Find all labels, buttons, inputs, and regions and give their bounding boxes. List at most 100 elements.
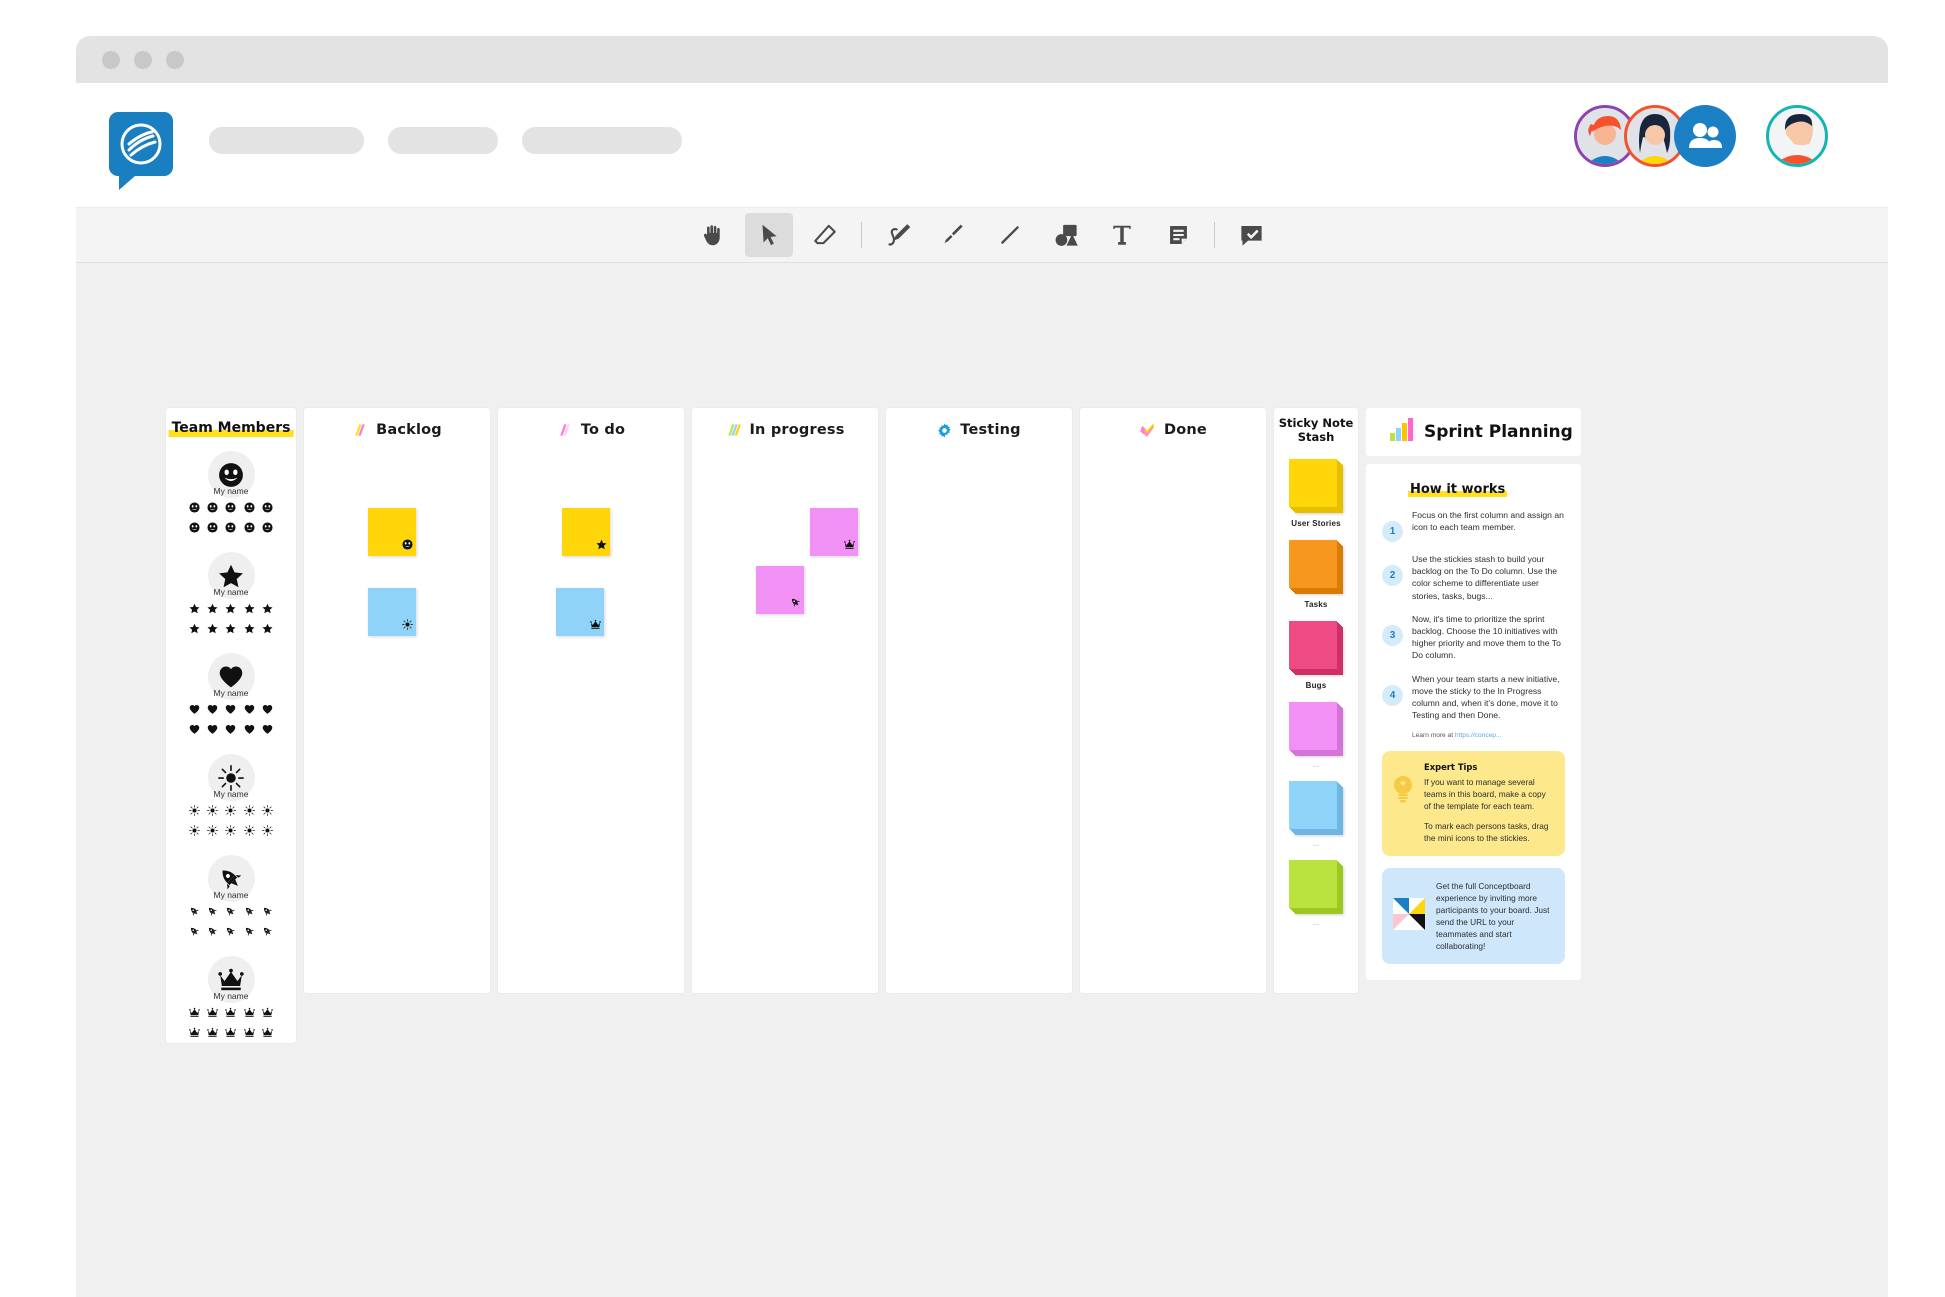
mini-sun-icon[interactable] (207, 823, 219, 841)
crown-icon[interactable] (590, 618, 601, 634)
mini-crown-icon[interactable] (225, 1025, 237, 1043)
learn-more-link[interactable]: https://concep... (1455, 732, 1502, 739)
sticky-note[interactable] (368, 588, 416, 636)
mini-rocket-icon[interactable] (244, 904, 255, 922)
mini-heart-icon[interactable] (189, 722, 200, 740)
mini-star-icon[interactable] (225, 621, 237, 639)
column-testing[interactable]: Testing (886, 408, 1072, 993)
header-placeholder-3[interactable] (522, 127, 682, 154)
pen-tool[interactable] (874, 213, 922, 257)
team-member[interactable]: My name (166, 451, 296, 538)
mini-sun-icon[interactable] (243, 803, 255, 821)
mini-star-icon[interactable] (189, 601, 200, 619)
star-icon[interactable] (596, 538, 607, 554)
sticky-stack-4[interactable] (1289, 780, 1343, 835)
mini-sun-icon[interactable] (207, 803, 219, 821)
mini-heart-icon[interactable] (207, 702, 218, 720)
mini-smiley-icon[interactable] (207, 520, 218, 538)
mini-heart-icon[interactable] (225, 722, 236, 740)
mini-smiley-icon[interactable] (207, 500, 218, 518)
stash-stack[interactable]: ... (1274, 859, 1358, 927)
mini-rocket-icon[interactable] (189, 924, 200, 942)
stash-stack[interactable]: ... (1274, 780, 1358, 848)
mini-star-icon[interactable] (225, 601, 237, 619)
mini-crown-icon[interactable] (262, 1005, 274, 1023)
mini-rocket-icon[interactable] (189, 904, 200, 922)
sticky-note[interactable] (556, 588, 604, 636)
mini-sun-icon[interactable] (188, 823, 200, 841)
stash-stack[interactable]: Bugs (1274, 620, 1358, 690)
crown-icon[interactable] (844, 538, 855, 554)
mini-star-icon[interactable] (244, 621, 255, 639)
sticky-note[interactable] (562, 508, 610, 556)
sticky-note[interactable] (756, 566, 804, 614)
mini-rocket-icon[interactable] (244, 924, 255, 942)
mini-crown-icon[interactable] (207, 1025, 218, 1043)
mini-rocket-icon[interactable] (225, 924, 236, 942)
avatar-self[interactable] (1766, 105, 1828, 167)
mini-smiley-icon[interactable] (189, 500, 200, 518)
sticky-stack-5[interactable] (1289, 859, 1343, 914)
mini-rocket-icon[interactable] (262, 924, 273, 942)
maximize-icon[interactable] (166, 51, 184, 69)
mini-sun-icon[interactable] (262, 803, 274, 821)
mini-sun-icon[interactable] (262, 823, 274, 841)
mini-smiley-icon[interactable] (244, 500, 255, 518)
team-member-mini-icons[interactable] (185, 601, 277, 639)
team-member-mini-icons[interactable] (185, 500, 277, 538)
team-member[interactable]: My name (166, 754, 296, 841)
mini-rocket-icon[interactable] (207, 924, 218, 942)
select-tool[interactable] (745, 213, 793, 257)
mini-heart-icon[interactable] (244, 722, 255, 740)
smiley-icon[interactable] (402, 538, 413, 554)
conceptboard-logo[interactable] (109, 112, 173, 190)
hand-tool[interactable] (689, 213, 737, 257)
mini-rocket-icon[interactable] (207, 904, 218, 922)
mini-crown-icon[interactable] (207, 1005, 218, 1023)
mini-heart-icon[interactable] (244, 702, 255, 720)
mini-star-icon[interactable] (262, 601, 273, 619)
mini-heart-icon[interactable] (207, 722, 218, 740)
sticky-note[interactable] (810, 508, 858, 556)
team-member-mini-icons[interactable] (185, 904, 277, 942)
mini-sun-icon[interactable] (225, 823, 237, 841)
header-placeholder-2[interactable] (388, 127, 498, 154)
mini-crown-icon[interactable] (262, 1025, 274, 1043)
highlighter-tool[interactable] (930, 213, 978, 257)
column-done[interactable]: Done (1080, 408, 1266, 993)
eraser-tool[interactable] (801, 213, 849, 257)
text-tool[interactable] (1098, 213, 1146, 257)
mini-star-icon[interactable] (189, 621, 200, 639)
mini-heart-icon[interactable] (262, 702, 273, 720)
sticky-stack-1[interactable] (1289, 539, 1343, 594)
minimize-icon[interactable] (134, 51, 152, 69)
sun-icon[interactable] (402, 618, 413, 634)
column-sticky-note-stash[interactable]: Sticky Note Stash User Stories Tasks Bugs.… (1274, 408, 1358, 993)
mini-rocket-icon[interactable] (225, 904, 236, 922)
mini-smiley-icon[interactable] (225, 520, 237, 538)
stash-stack[interactable]: Tasks (1274, 539, 1358, 609)
mini-sun-icon[interactable] (188, 803, 200, 821)
column-backlog[interactable]: Backlog (304, 408, 490, 993)
mini-heart-icon[interactable] (225, 702, 236, 720)
team-member-mini-icons[interactable] (185, 1005, 277, 1043)
mini-star-icon[interactable] (207, 601, 218, 619)
team-member-mini-icons[interactable] (185, 702, 277, 740)
comment-tool[interactable] (1227, 213, 1275, 257)
sticky-stack-3[interactable] (1289, 701, 1343, 756)
mini-star-icon[interactable] (244, 601, 255, 619)
mini-crown-icon[interactable] (244, 1005, 255, 1023)
avatar-group[interactable] (1674, 105, 1736, 167)
board-canvas[interactable]: Team Members My name My name My name My nam… (76, 263, 1888, 1297)
rocket-icon[interactable] (790, 596, 801, 612)
mini-crown-icon[interactable] (225, 1005, 237, 1023)
sticky-stack-2[interactable] (1289, 620, 1343, 675)
stash-stack[interactable]: User Stories (1274, 458, 1358, 528)
shapes-tool[interactable] (1042, 213, 1090, 257)
mini-star-icon[interactable] (207, 621, 218, 639)
team-member[interactable]: My name (166, 956, 296, 1043)
mini-smiley-icon[interactable] (189, 520, 200, 538)
team-member[interactable]: My name (166, 653, 296, 740)
mini-star-icon[interactable] (262, 621, 273, 639)
team-member[interactable]: My name (166, 855, 296, 942)
